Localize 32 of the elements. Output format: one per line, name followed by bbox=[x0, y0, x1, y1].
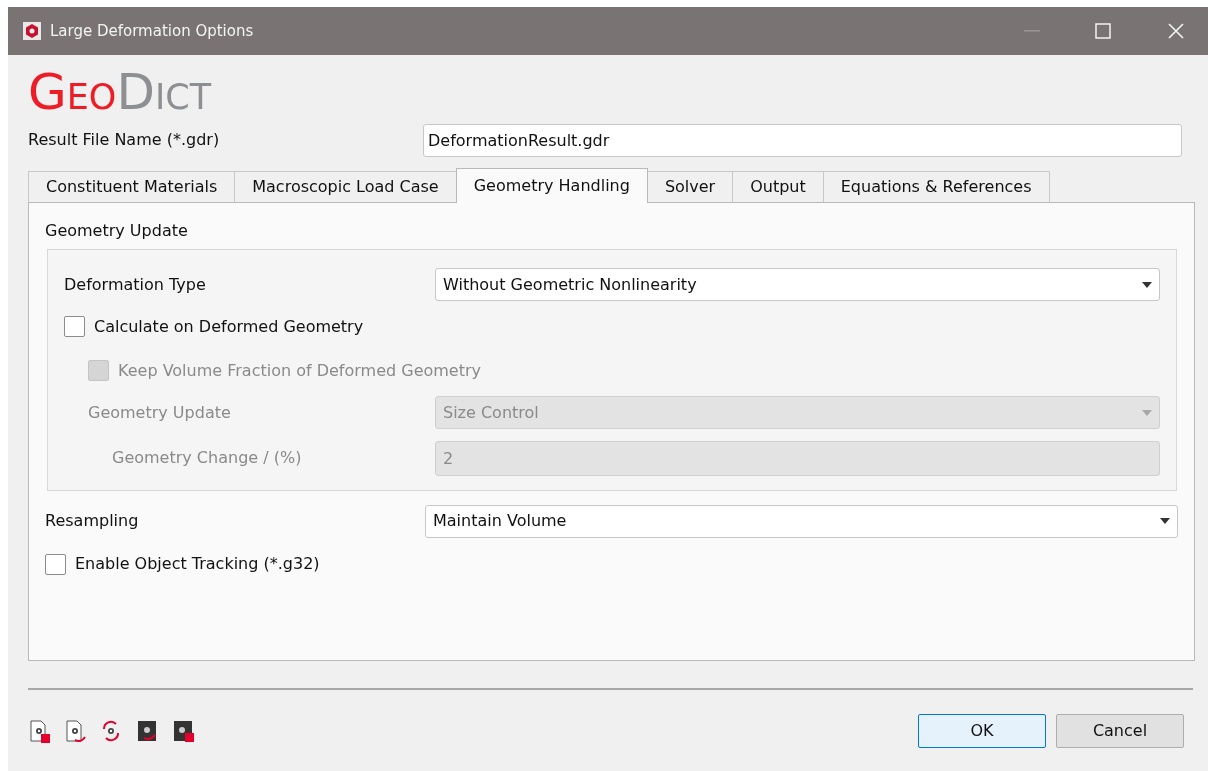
logo-text: Dict bbox=[116, 67, 212, 117]
dropdown[interactable]: Without Geometric Nonlinearity bbox=[435, 268, 1160, 301]
caret-icon bbox=[1142, 281, 1152, 288]
caret-icon bbox=[1160, 518, 1170, 524]
tab[interactable]: Equations & References bbox=[822, 171, 1050, 202]
field-label: Result File Name (*.gdr) bbox=[28, 129, 221, 151]
app-icon bbox=[23, 22, 41, 40]
field-label: Resampling bbox=[45, 510, 140, 532]
tab[interactable]: Geometry Handling bbox=[455, 168, 648, 203]
checkbox: Keep Volume Fraction of Deformed Geometry bbox=[64, 358, 481, 383]
load-settings-icon[interactable] bbox=[64, 719, 87, 743]
window-title: Large Deformation Options bbox=[50, 20, 254, 42]
save-settings-icon[interactable] bbox=[28, 719, 51, 743]
close-icon[interactable] bbox=[1168, 23, 1184, 39]
input-field: 2 bbox=[435, 440, 1160, 476]
logo-text: Geo bbox=[28, 67, 117, 117]
load-defaults-icon[interactable] bbox=[136, 719, 159, 743]
field-label: Deformation Type bbox=[64, 273, 207, 296]
field-label: Geometry Change / (%) bbox=[112, 447, 303, 469]
save-defaults-icon[interactable] bbox=[172, 719, 195, 743]
ok-button[interactable]: OK bbox=[918, 714, 1046, 748]
dropdown[interactable]: Maintain Volume bbox=[425, 504, 1178, 538]
input-field[interactable]: DeformationResult.gdr bbox=[423, 123, 1182, 157]
caret-icon bbox=[1142, 409, 1152, 416]
field-label: Geometry Update bbox=[88, 401, 232, 424]
tab[interactable]: Constituent Materials bbox=[28, 171, 236, 202]
cancel-button[interactable]: Cancel bbox=[1056, 714, 1184, 748]
section-title: Geometry Update bbox=[45, 220, 189, 242]
checkbox[interactable]: Calculate on Deformed Geometry bbox=[64, 314, 364, 339]
maximize-icon[interactable] bbox=[1095, 23, 1111, 39]
checkbox[interactable]: Enable Object Tracking (*.g32) bbox=[45, 552, 320, 576]
dropdown: Size Control bbox=[435, 396, 1160, 429]
